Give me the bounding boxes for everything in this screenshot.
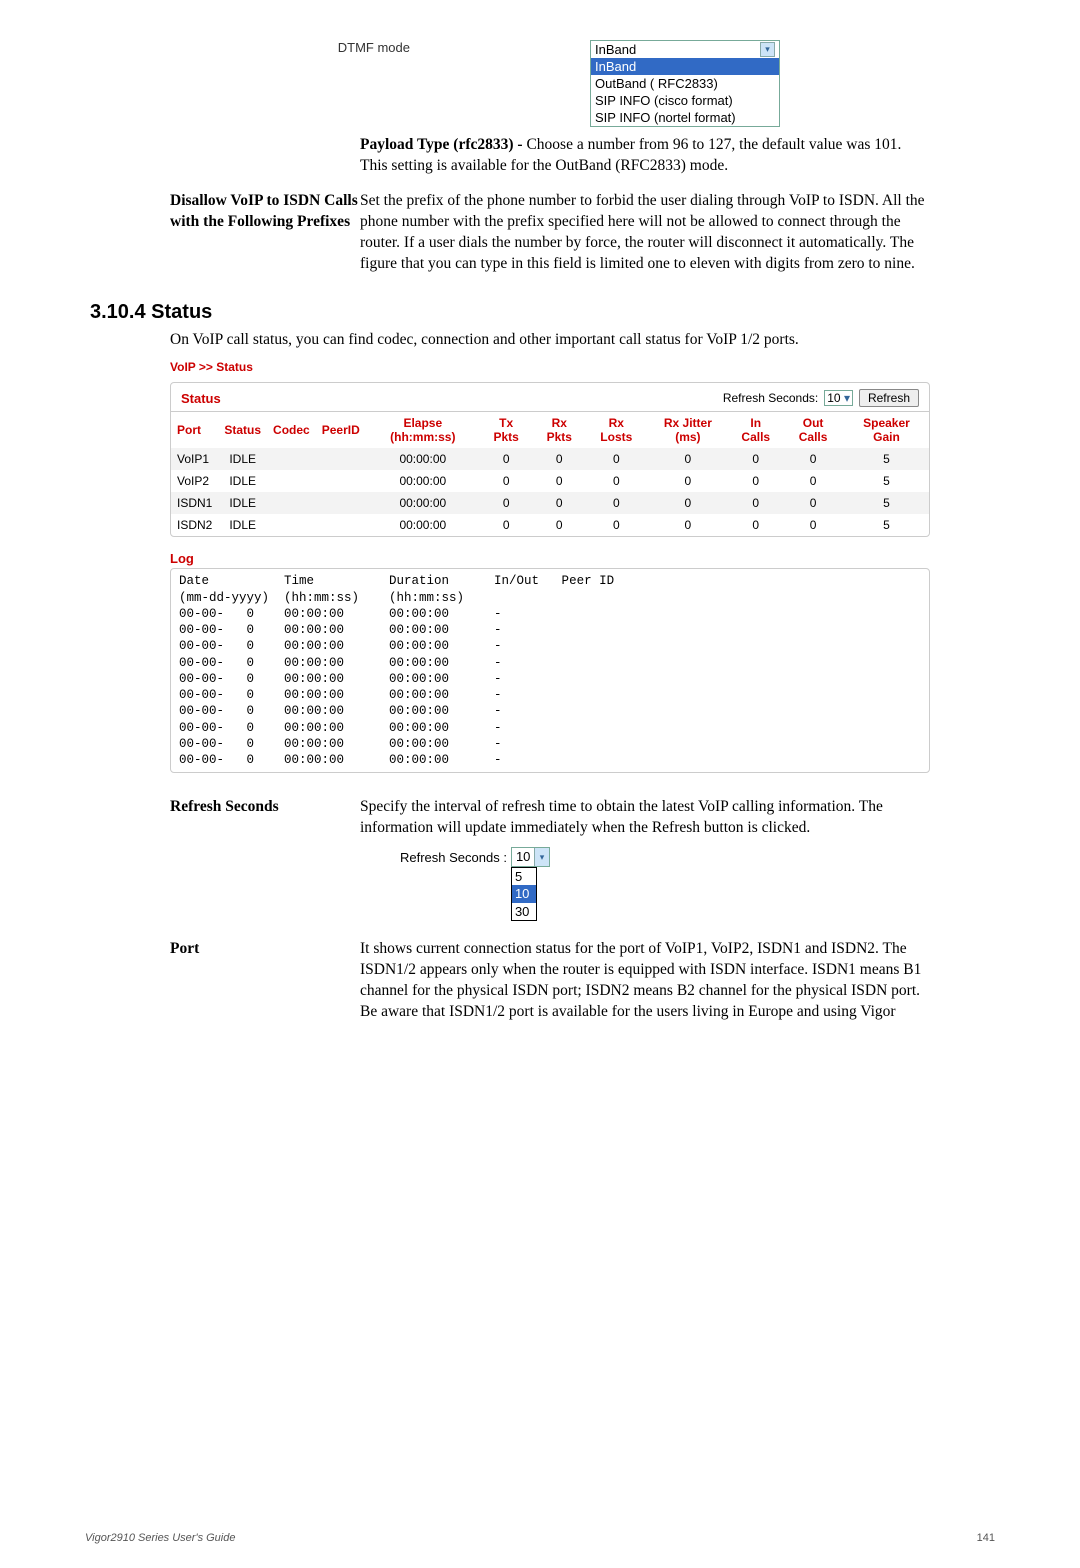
col-codec: Codec	[267, 412, 316, 449]
log-box: Date Time Duration In/Out Peer ID (mm-dd…	[170, 568, 930, 773]
col-speaker: Speaker Gain	[844, 412, 929, 449]
dtmf-option[interactable]: SIP INFO (nortel format)	[591, 109, 779, 126]
refresh-seconds-label: Refresh Seconds:	[723, 391, 818, 405]
chevron-down-icon: ▾	[760, 42, 775, 57]
dtmf-option[interactable]: SIP INFO (cisco format)	[591, 92, 779, 109]
refresh-seconds-description: Specify the interval of refresh time to …	[360, 797, 930, 839]
payload-type-label: Payload Type (rfc2833) -	[360, 136, 526, 153]
refresh-option[interactable]: 30	[512, 903, 536, 921]
table-row: VoIP2IDLE00:00:000000005	[171, 470, 929, 492]
breadcrumb: VoIP >> Status	[170, 360, 930, 374]
col-outcalls: Out Calls	[782, 412, 844, 449]
log-title: Log	[170, 551, 930, 566]
refresh-button[interactable]: Refresh	[859, 389, 919, 407]
col-incalls: In Calls	[729, 412, 782, 449]
refresh-seconds-term: Refresh Seconds	[170, 797, 360, 921]
table-row: ISDN2IDLE00:00:000000005	[171, 514, 929, 536]
col-rx: Rx Pkts	[532, 412, 586, 449]
col-port: Port	[171, 412, 218, 449]
disallow-voip-description: Set the prefix of the phone number to fo…	[360, 191, 930, 275]
chevron-down-icon: ▾	[534, 848, 549, 866]
col-elapse: Elapse (hh:mm:ss)	[366, 412, 480, 449]
dtmf-selected-value: InBand	[595, 42, 636, 57]
col-status: Status	[218, 412, 267, 449]
port-term: Port	[170, 939, 360, 1023]
refresh-seconds-select[interactable]: 10 ▾	[824, 390, 853, 406]
dtmf-mode-label: DTMF mode	[338, 40, 410, 127]
dtmf-mode-select[interactable]: InBand ▾ InBand OutBand ( RFC2833) SIP I…	[590, 40, 780, 127]
port-description: It shows current connection status for t…	[360, 939, 930, 1023]
refresh-seconds-widget-label: Refresh Seconds :	[400, 847, 511, 867]
section-intro: On VoIP call status, you can find codec,…	[170, 330, 930, 351]
status-panel: Status Refresh Seconds: 10 ▾ Refresh Por…	[170, 382, 930, 537]
table-row: ISDN1IDLE00:00:000000005	[171, 492, 929, 514]
status-title: Status	[181, 391, 221, 406]
dtmf-option[interactable]: InBand	[591, 58, 779, 75]
col-rxlosts: Rx Losts	[586, 412, 646, 449]
section-heading: 3.10.4 Status	[90, 301, 930, 324]
dtmf-option[interactable]: OutBand ( RFC2833)	[591, 75, 779, 92]
col-tx: Tx Pkts	[480, 412, 533, 449]
chevron-down-icon: ▾	[844, 391, 850, 405]
refresh-seconds-dropdown[interactable]: 10 ▾ 5 10 30	[511, 847, 550, 921]
col-rxjitter: Rx Jitter (ms)	[646, 412, 729, 449]
refresh-option[interactable]: 5	[512, 868, 536, 886]
status-table: Port Status Codec PeerID Elapse (hh:mm:s…	[171, 411, 929, 536]
page-number: 141	[977, 1532, 995, 1544]
table-row: VoIP1IDLE00:00:000000005	[171, 448, 929, 470]
col-peerid: PeerID	[316, 412, 366, 449]
footer-guide-title: Vigor2910 Series User's Guide	[85, 1532, 235, 1544]
disallow-voip-term: Disallow VoIP to ISDN Calls with the Fol…	[170, 191, 360, 275]
payload-type-description: Payload Type (rfc2833) - Choose a number…	[360, 135, 930, 177]
refresh-option[interactable]: 10	[512, 885, 536, 903]
